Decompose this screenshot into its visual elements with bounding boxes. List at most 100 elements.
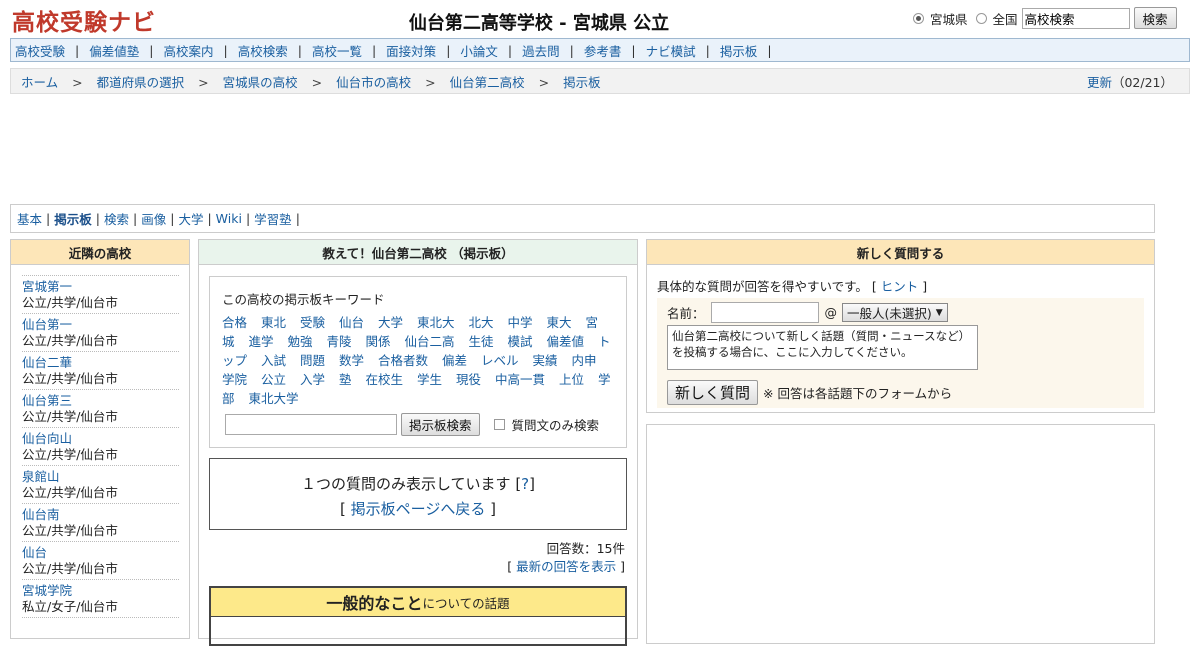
board-search-button[interactable]: 掲示板検索 [401,413,480,436]
keyword-link[interactable]: 模試 [508,334,533,349]
breadcrumb-item[interactable]: 掲示板 [563,75,601,90]
ask-button[interactable]: 新しく質問 [667,380,759,405]
keyword-link[interactable]: 上位 [559,372,584,387]
school-name[interactable]: 仙台第三 [22,393,72,408]
nav-item[interactable]: 過去問 [522,41,560,60]
subnav-item[interactable]: 検索 [104,209,129,228]
nav-item[interactable]: 参考書 [584,41,622,60]
keyword-link[interactable]: 受験 [300,315,325,330]
keyword-link[interactable]: 入学 [300,372,325,387]
school-info: 公立/共学/仙台市 [22,485,118,500]
only-question-checkbox[interactable] [493,419,505,430]
subnav-item[interactable]: Wiki [216,211,242,226]
keyword-link[interactable]: 問題 [300,353,325,368]
school-name[interactable]: 仙台 [22,545,47,560]
keyword-link[interactable]: 仙台 [339,315,364,330]
school-name[interactable]: 宮城学院 [22,583,72,598]
school-item[interactable]: 宮城学院 私立/女子/仙台市 [22,580,179,618]
school-name[interactable]: 仙台第一 [22,317,72,332]
breadcrumb-item[interactable]: 都道府県の選択 [97,75,185,90]
keyword-link[interactable]: 数学 [339,353,364,368]
school-info: 公立/共学/仙台市 [22,333,118,348]
keyword-link[interactable]: 学院 [222,372,247,387]
school-item[interactable]: 仙台向山 公立/共学/仙台市 [22,428,179,466]
breadcrumb-item[interactable]: ホーム [21,75,58,90]
keyword-link[interactable]: 東北大学 [249,391,299,406]
latest-answer-link[interactable]: 最新の回答を表示 [516,559,616,574]
keyword-link[interactable]: 大学 [378,315,403,330]
keyword-link[interactable]: 東北 [261,315,286,330]
keyword-link[interactable]: 入試 [261,353,286,368]
radio-all[interactable] [975,12,987,24]
school-item[interactable]: 宮城第一 公立/共学/仙台市 [22,276,179,314]
update-link[interactable]: 更新 [1087,75,1112,90]
keyword-link[interactable]: 東北大 [417,315,455,330]
nav-item[interactable]: 高校案内 [163,41,213,60]
school-name[interactable]: 仙台向山 [22,431,72,446]
school-search-input[interactable] [1021,7,1130,29]
keyword-link[interactable]: 北大 [469,315,494,330]
keyword-link[interactable]: 現役 [456,372,481,387]
keyword-link[interactable]: 在校生 [366,372,404,387]
board-search-input[interactable] [225,414,397,435]
subnav-item[interactable]: 画像 [141,209,166,228]
keyword-link[interactable]: 生徒 [469,334,494,349]
radio-pref[interactable] [913,12,924,24]
user-type-select[interactable]: 一般人(未選択) ▼ [842,303,948,322]
keyword-link[interactable]: 関係 [366,334,391,349]
keyword-link[interactable]: 実績 [533,353,558,368]
hint-link[interactable]: ヒント [881,279,919,294]
subnav-item[interactable]: 大学 [178,209,203,228]
subnav-item[interactable]: 基本 [17,209,42,228]
dropdown-arrow-icon: ▼ [935,307,943,318]
keyword-link[interactable]: 進学 [249,334,274,349]
keyword-link[interactable]: 学生 [417,372,442,387]
name-input[interactable] [710,302,819,323]
nav-item[interactable]: 偏差値塾 [89,41,139,60]
keyword-link[interactable]: 合格 [222,315,247,330]
keyword-link[interactable]: 塾 [339,372,352,387]
keyword-list: 合格 東北 受験 仙台 大学 東北大 北大 中学 東大 宮城 進学 勉強 青陵 … [222,313,614,408]
breadcrumb-item[interactable]: 仙台第二高校 [450,75,525,90]
nav-separator: | [75,42,80,58]
keyword-link[interactable]: 合格者数 [378,353,428,368]
breadcrumb-item[interactable]: 宮城県の高校 [223,75,298,90]
keyword-link[interactable]: 東大 [547,315,572,330]
question-textarea[interactable]: 仙台第二高校について新しく話題（質問・ニュースなど）を投稿する場合に、ここに入力… [667,325,978,370]
back-to-board-link[interactable]: 掲示板ページへ戻る [351,500,486,518]
school-name[interactable]: 宮城第一 [22,279,72,294]
keyword-link[interactable]: 仙台二高 [405,334,455,349]
school-name[interactable]: 仙台二華 [22,355,72,370]
subnav-item[interactable]: 学習塾 [254,209,292,228]
nav-item[interactable]: 高校受験 [15,41,65,60]
help-link[interactable]: ? [521,475,529,493]
keyword-link[interactable]: 公立 [261,372,286,387]
nav-item[interactable]: 面接対策 [386,41,436,60]
school-item[interactable]: 仙台南 公立/共学/仙台市 [22,504,179,542]
nav-item[interactable]: 高校一覧 [312,41,362,60]
header-search: 宮城県 全国 検索 [910,7,1177,29]
school-name[interactable]: 泉館山 [22,469,60,484]
keyword-link[interactable]: 勉強 [288,334,313,349]
keyword-link[interactable]: レベル [481,353,519,368]
breadcrumb-item[interactable]: 仙台市の高校 [336,75,411,90]
keyword-link[interactable]: 内申 [572,353,597,368]
nav-item[interactable]: 高校検索 [238,41,288,60]
school-item[interactable]: 仙台 公立/共学/仙台市 [22,542,179,580]
nav-item[interactable]: ナビ模試 [646,41,696,60]
search-button[interactable]: 検索 [1133,7,1177,29]
nav-item[interactable]: 掲示板 [720,41,758,60]
school-item[interactable]: 泉館山 公立/共学/仙台市 [22,466,179,504]
school-item[interactable]: 仙台第一 公立/共学/仙台市 [22,314,179,352]
school-item[interactable]: 仙台第三 公立/共学/仙台市 [22,390,179,428]
nav-item[interactable]: 小論文 [460,41,498,60]
keyword-link[interactable]: 青陵 [327,334,352,349]
keyword-link[interactable]: 偏差 [442,353,467,368]
keyword-link[interactable]: 中高一貫 [495,372,545,387]
subnav-item[interactable]: 掲示板 [54,209,92,228]
school-name[interactable]: 仙台南 [22,507,60,522]
keyword-link[interactable]: 偏差値 [547,334,585,349]
subnav-separator: | [245,211,251,226]
school-item[interactable]: 仙台二華 公立/共学/仙台市 [22,352,179,390]
keyword-link[interactable]: 中学 [508,315,533,330]
